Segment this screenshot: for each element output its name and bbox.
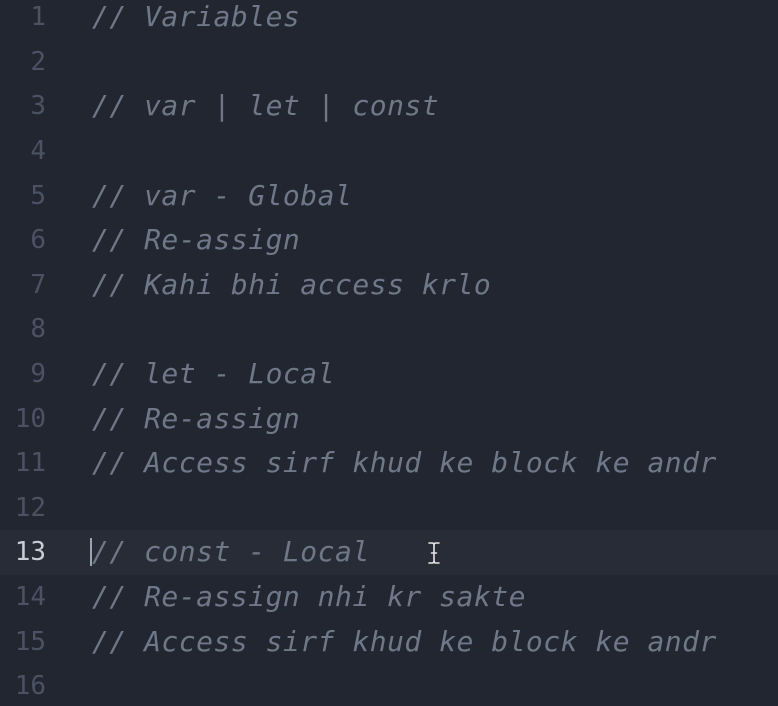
code-line[interactable]: 11 // Access sirf khud ke block ke andr [0,441,778,486]
code-text[interactable]: // Access sirf khud ke block ke andr [92,449,717,477]
code-line[interactable]: 8 [0,307,778,352]
line-number: 11 [14,448,46,479]
line-number: 4 [30,136,46,167]
code-text[interactable]: // Access sirf khud ke block ke andr [92,627,717,656]
code-text[interactable]: // Re-assign nhi kr sakte [92,583,526,611]
line-number: 8 [30,314,46,345]
code-text[interactable]: // const - Local [90,538,370,567]
code-line[interactable]: 3 // var | let | const [0,84,778,129]
line-number: 2 [30,46,46,77]
code-text[interactable]: // var - Global [92,181,352,210]
line-number: 7 [30,269,46,300]
line-number: 10 [14,403,46,434]
line-number: 15 [14,626,46,657]
code-editor[interactable]: 1 // Variables 2 3 // var | let | const … [0,0,778,706]
code-line[interactable]: 5 // var - Global [0,173,778,218]
active-code-line[interactable]: 13 // const - Local [0,530,778,575]
line-number: 12 [14,492,46,523]
code-text[interactable]: // Re-assign [92,404,300,433]
line-number: 13 [14,537,46,568]
code-line[interactable]: 6 // Re-assign [0,218,778,263]
line-number: 5 [30,180,46,211]
code-text[interactable]: // Re-assign [92,226,300,254]
code-line[interactable]: 10 // Re-assign [0,396,778,441]
line-number: 3 [30,91,46,122]
line-number: 6 [30,225,46,256]
line-number: 1 [30,2,46,33]
code-text[interactable]: // let - Local [92,360,335,388]
line-number: 16 [14,671,46,702]
code-line[interactable]: 14 // Re-assign nhi kr sakte [0,575,778,620]
line-number: 9 [30,359,46,390]
code-line[interactable]: 4 [0,129,778,174]
code-text[interactable]: // var | let | const [92,92,439,120]
code-line[interactable]: 15 // Access sirf khud ke block ke andr [0,619,778,664]
text-cursor-icon [428,542,440,564]
code-line[interactable]: 16 [0,664,778,706]
line-number: 14 [14,582,46,613]
code-line[interactable]: 2 [0,40,778,85]
code-text[interactable]: // Variables [92,3,300,31]
code-line[interactable]: 12 [0,486,778,531]
code-line[interactable]: 7 // Kahi bhi access krlo [0,263,778,308]
code-line[interactable]: 1 // Variables [0,0,778,40]
code-line[interactable]: 9 // let - Local [0,352,778,397]
code-text[interactable]: // Kahi bhi access krlo [92,270,491,299]
